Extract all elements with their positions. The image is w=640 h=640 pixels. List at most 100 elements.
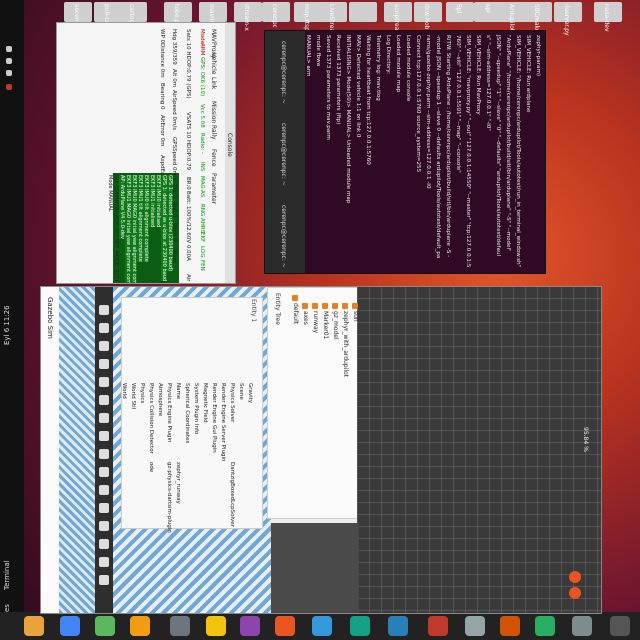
property-label: Physics Engine Plugin [166,383,172,443]
app-icon[interactable] [350,616,370,636]
console-menu-item[interactable]: Parameter [210,173,217,204]
app-icon[interactable] [535,616,555,636]
console-status-field: Radio: - [199,133,205,155]
qgc-icon[interactable] [388,616,408,636]
console-status-field: ARM [199,43,205,56]
clock[interactable]: Eyl 6 11:26 [3,305,11,345]
console-menu-item[interactable]: Mission [210,101,217,123]
entity-tree-item[interactable]: gz_model [332,311,339,340]
paste-icon[interactable] [99,539,109,549]
entity-icon [322,303,328,309]
select-icon[interactable] [99,305,109,315]
grid-icon[interactable] [99,503,109,513]
rtf-readout: 95.84 % [582,427,589,452]
terminal-tab[interactable]: cerenpc@cerenpc: ~ [280,123,287,186]
undo-icon[interactable] [99,575,109,585]
console-log-line: Got COMMAND_ACK: DO_SET_MODE: ACCEPTED [113,175,119,284]
box-icon[interactable] [99,359,109,369]
entity-tree-item[interactable]: default [292,303,299,324]
app-icon[interactable] [206,616,226,636]
play-button[interactable] [569,571,581,583]
console-status-field: Sats 10 HDOP:0.79 (GPS) [185,29,191,99]
console-status-field: Vcc 5.08 [199,104,205,128]
gazebo-icon[interactable] [428,616,448,636]
desktop-file-icon[interactable] [349,2,377,22]
power-icon[interactable] [6,70,12,76]
terminal-line: zephyr-param) [535,35,541,77]
spotlight-icon[interactable] [99,467,109,477]
terminal-line: Log Directory: [385,35,391,75]
console-menu-item[interactable]: Rally [210,125,217,140]
desktop-file-label: map.rtsp [303,4,310,31]
entity-tree-item[interactable]: sun [352,311,359,322]
ellipsoid-icon[interactable] [99,431,109,441]
light-icon[interactable] [99,449,109,459]
console-status-field: AS [199,189,205,198]
terminal-tab[interactable]: cerenpc@cerenpc: ~ [280,41,287,104]
cylinder-icon[interactable] [99,395,109,405]
terminal-icon[interactable] [275,616,295,636]
terminal-line: rams/gazebo-zephyr.parm --sim-address=12… [425,35,431,189]
volume-icon[interactable] [6,58,12,64]
console-status-field: AirSpeed 0m/s [171,90,177,131]
entity-tab[interactable]: Entity 1 [250,299,257,322]
entity-icon [312,303,318,309]
translate-icon[interactable] [99,323,109,333]
scene-3d[interactable] [357,287,601,613]
app-icon[interactable] [500,616,520,636]
network-icon[interactable] [6,46,12,52]
files-icon[interactable] [130,616,150,636]
entity-tree-title: Entity Tree [274,293,281,325]
app-icon[interactable] [465,616,485,636]
desktop-file-label: cerenpc [271,4,278,28]
terminal-line: Connect tcp:127.0.0.1:5760 source_system… [415,35,421,173]
vscode-icon[interactable] [95,616,115,636]
show-apps-icon[interactable] [610,616,630,636]
entity-tree-item[interactable]: runway [312,311,319,333]
property-label: Physics Collision Detector [148,383,154,454]
capsule-icon[interactable] [99,413,109,423]
console-log-line: GPS 1: detected u-blox (230400 baud) [167,175,173,272]
copy-icon[interactable] [99,521,109,531]
scene-3d-lower[interactable] [271,523,359,613]
terminal-tab[interactable]: cerenpc@cerenpc: ~ [280,205,287,268]
console-status-field: Mode [199,29,205,44]
entity-tree-item[interactable]: Marker01 [322,311,329,339]
chrome-icon[interactable] [60,616,80,636]
console-menu-item[interactable]: Vehicle [210,53,217,74]
firefox-icon[interactable] [24,616,44,636]
rotate-icon[interactable] [99,341,109,351]
terminal-line: MANUAL> arm [305,35,311,77]
console-status-field: AltError 0m [159,115,165,147]
entity-tree-item[interactable]: zephyr_with_ardupilot [342,311,349,377]
editor-icon[interactable] [312,616,332,636]
battery-icon [6,84,12,90]
terminal-line: INITIALISING> Mode(50)> MANUAL> Unloaded… [345,35,351,204]
settings-icon[interactable] [170,616,190,636]
console-status-field: Alt 0m [171,68,177,87]
terminal-line: mode fbwa [315,35,321,67]
trash-icon[interactable] [572,616,592,636]
console-status-field: INS [199,161,205,172]
property-label: World [121,383,127,399]
entity-icon [342,303,348,309]
entity-icon [352,303,358,309]
console-status-field: RNG [199,203,205,216]
console-status-field: GPS: OK6 (10) [199,57,205,97]
step-button[interactable] [569,587,581,599]
console-status-field: Hdg 359/359 [171,29,177,65]
entity-icon [292,295,298,301]
snap-icon[interactable] [99,557,109,567]
property-label: Render Engine Gui Plugin [211,383,217,453]
sphere-icon[interactable] [99,377,109,387]
console-status-field: EKF [199,232,205,243]
terminal-window: cerenpc@cerenpc: ~ cerenpc@cerenpc: ~ cere… [264,30,546,274]
dirlight-icon[interactable] [99,485,109,495]
terminal-app-label[interactable]: Terminal [3,560,11,590]
console-menu-item[interactable]: Fence [210,149,217,167]
console-status-field: Batt: 100%/12.60V 0.00A [185,191,191,261]
console-menu-item[interactable]: Link [210,77,217,89]
app-icon[interactable] [240,616,260,636]
gazebo-title: Gazebo Sim [46,297,54,339]
entity-tree-item[interactable]: axes [302,311,309,325]
